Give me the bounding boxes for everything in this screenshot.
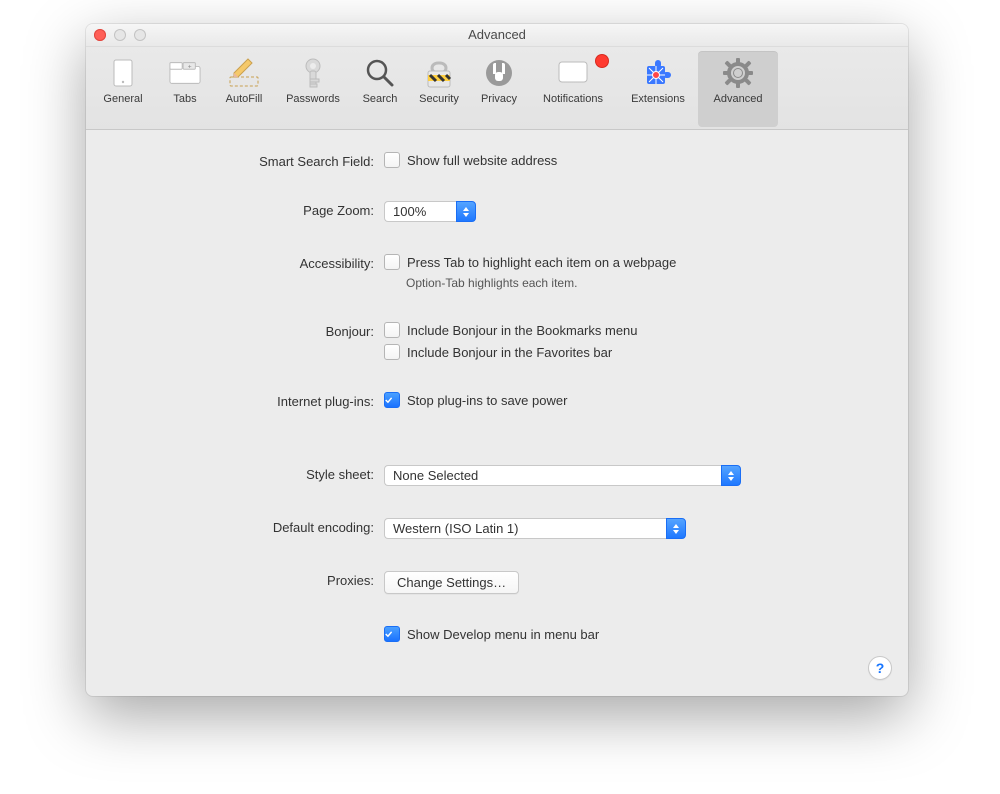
tab-general[interactable]: General [90, 51, 156, 127]
stop-plugins-row[interactable]: Stop plug-ins to save power [384, 392, 567, 408]
advanced-icon [722, 57, 754, 89]
stepper-icon [666, 518, 686, 539]
encoding-label: Default encoding: [116, 518, 384, 535]
accessibility-hint: Option-Tab highlights each item. [406, 276, 577, 290]
tab-label: AutoFill [226, 93, 263, 105]
tab-label: Advanced [714, 93, 763, 105]
stop-plugins-checkbox[interactable] [384, 392, 400, 408]
tab-label: Extensions [631, 93, 685, 105]
autofill-icon [228, 57, 260, 89]
general-icon [107, 57, 139, 89]
tab-highlight-row[interactable]: Press Tab to highlight each item on a we… [384, 254, 676, 270]
tab-tabs[interactable]: + Tabs [156, 51, 214, 127]
show-develop-row[interactable]: Show Develop menu in menu bar [384, 626, 599, 642]
search-icon [364, 57, 396, 89]
tab-notifications[interactable]: Notifications [528, 51, 618, 127]
show-full-address-label: Show full website address [407, 153, 557, 168]
zoom-window-button[interactable] [134, 29, 146, 41]
page-zoom-value: 100% [384, 201, 456, 222]
show-full-address-checkbox[interactable] [384, 152, 400, 168]
notification-badge-icon [596, 55, 608, 67]
help-button[interactable]: ? [868, 656, 892, 680]
bonjour-favorites-label: Include Bonjour in the Favorites bar [407, 345, 612, 360]
show-develop-checkbox[interactable] [384, 626, 400, 642]
bonjour-favorites-checkbox[interactable] [384, 344, 400, 360]
accessibility-label: Accessibility: [116, 254, 384, 271]
tab-label: General [103, 93, 142, 105]
close-window-button[interactable] [94, 29, 106, 41]
tab-advanced[interactable]: Advanced [698, 51, 778, 127]
svg-text:+: + [188, 63, 192, 70]
security-icon [423, 57, 455, 89]
tab-label: Passwords [286, 93, 340, 105]
smart-search-label: Smart Search Field: [116, 152, 384, 169]
minimize-window-button[interactable] [114, 29, 126, 41]
preferences-window: Advanced General + Tabs [86, 24, 908, 696]
stepper-icon [456, 201, 476, 222]
extensions-icon [642, 57, 674, 89]
tab-label: Security [419, 93, 459, 105]
stylesheet-select[interactable]: None Selected [384, 465, 741, 486]
stylesheet-value: None Selected [384, 465, 721, 486]
tab-extensions[interactable]: Extensions [618, 51, 698, 127]
tab-security[interactable]: Security [408, 51, 470, 127]
window-controls [94, 29, 146, 41]
tab-highlight-checkbox[interactable] [384, 254, 400, 270]
change-settings-label: Change Settings… [397, 575, 506, 590]
stepper-icon [721, 465, 741, 486]
passwords-icon [297, 57, 329, 89]
tab-passwords[interactable]: Passwords [274, 51, 352, 127]
tab-highlight-label: Press Tab to highlight each item on a we… [407, 255, 676, 270]
tab-label: Privacy [481, 93, 517, 105]
notifications-icon [557, 57, 589, 89]
change-settings-button[interactable]: Change Settings… [384, 571, 519, 594]
privacy-icon [483, 57, 515, 89]
bonjour-bookmarks-label: Include Bonjour in the Bookmarks menu [407, 323, 638, 338]
bonjour-bookmarks-checkbox[interactable] [384, 322, 400, 338]
tab-search[interactable]: Search [352, 51, 408, 127]
page-zoom-label: Page Zoom: [116, 201, 384, 218]
preferences-toolbar: General + Tabs AutoFill [86, 47, 908, 130]
tab-privacy[interactable]: Privacy [470, 51, 528, 127]
advanced-pane: Smart Search Field: Show full website ad… [86, 130, 908, 672]
help-icon: ? [876, 660, 885, 676]
bonjour-bookmarks-row[interactable]: Include Bonjour in the Bookmarks menu [384, 322, 638, 338]
tab-label: Notifications [543, 93, 603, 105]
tab-autofill[interactable]: AutoFill [214, 51, 274, 127]
proxies-label: Proxies: [116, 571, 384, 588]
tab-label: Tabs [173, 93, 196, 105]
show-develop-label: Show Develop menu in menu bar [407, 627, 599, 642]
bonjour-favorites-row[interactable]: Include Bonjour in the Favorites bar [384, 344, 612, 360]
spacer-label [116, 626, 384, 628]
bonjour-label: Bonjour: [116, 322, 384, 339]
stop-plugins-label: Stop plug-ins to save power [407, 393, 567, 408]
page-zoom-select[interactable]: 100% [384, 201, 476, 222]
tabs-icon: + [169, 57, 201, 89]
stylesheet-label: Style sheet: [116, 465, 384, 482]
titlebar: Advanced [86, 24, 908, 47]
plugins-label: Internet plug-ins: [116, 392, 384, 409]
encoding-value: Western (ISO Latin 1) [384, 518, 666, 539]
show-full-address-row[interactable]: Show full website address [384, 152, 557, 168]
window-title: Advanced [468, 27, 526, 42]
encoding-select[interactable]: Western (ISO Latin 1) [384, 518, 686, 539]
tab-label: Search [363, 93, 398, 105]
